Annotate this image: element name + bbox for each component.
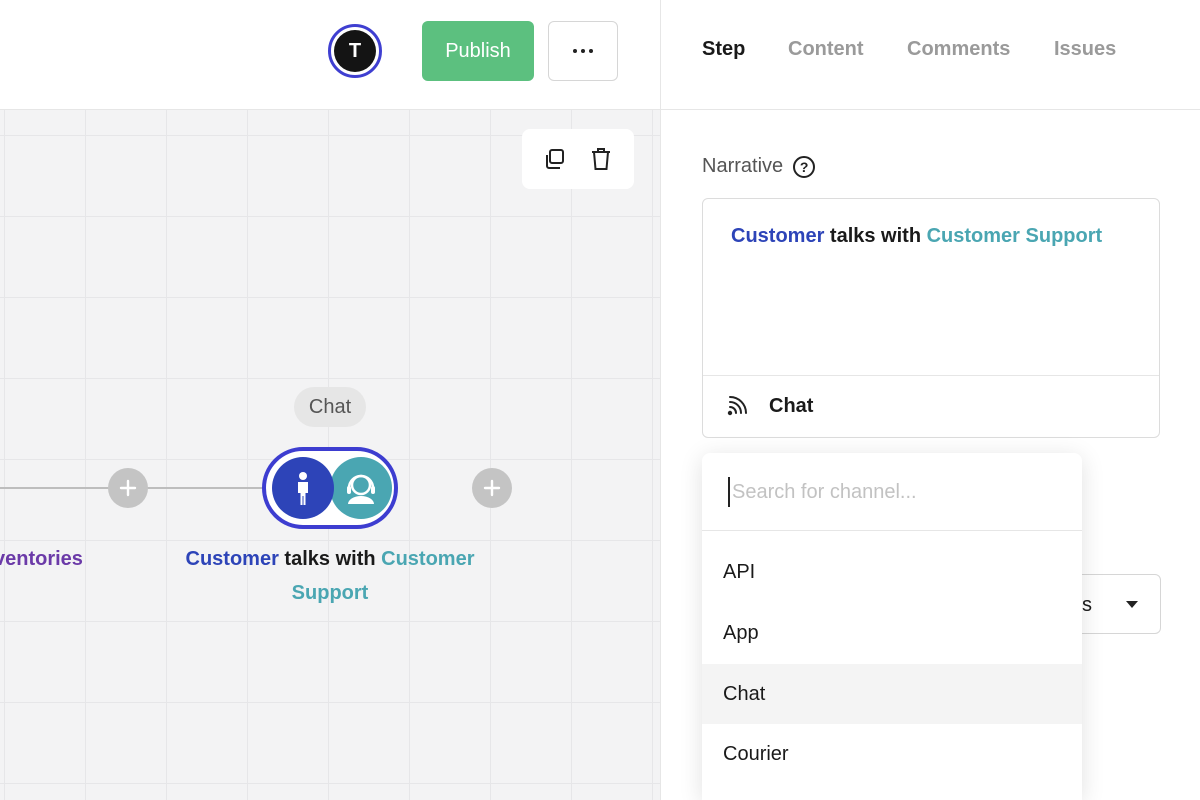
channel-selector[interactable]: Chat [703,375,1159,437]
selected-channel: Chat [769,395,814,417]
narrative-label-row: Narrative ? [702,155,816,178]
plus-icon [483,479,501,497]
tab-comments[interactable]: Comments [907,38,1010,61]
publish-button[interactable]: Publish [422,21,534,81]
help-icon[interactable]: ? [793,155,816,178]
channel-chip[interactable]: Chat [294,387,366,427]
caption-actor: Customer [185,548,279,570]
more-dot [581,49,585,53]
more-options-button[interactable] [548,21,618,81]
add-step-button-right[interactable] [472,468,512,508]
customer-actor-circle [272,457,334,519]
plus-icon [119,479,137,497]
edge-line-left [0,487,110,489]
journey-canvas[interactable]: Chat ventories Customer talks with Custo… [0,110,660,800]
narrative-label: Narrative [702,155,784,177]
tab-content[interactable]: Content [788,38,864,61]
person-icon [298,472,308,505]
step-details-panel: Step Content Comments Issues Narrative ?… [660,0,1200,800]
narrative-actor[interactable]: Customer [731,225,824,247]
user-avatar[interactable]: T [328,24,382,78]
channel-option-app[interactable]: App [702,603,1082,663]
narrative-text: Customer talks with Customer Support [731,225,1102,248]
duplicate-icon[interactable] [542,146,568,172]
caret-down-icon [1126,601,1138,608]
narrative-target[interactable]: Customer Support [927,225,1103,247]
signal-channel-icon [727,395,747,415]
step-node[interactable] [262,447,398,529]
tab-issues[interactable]: Issues [1054,38,1116,61]
add-step-button-left[interactable] [108,468,148,508]
channel-option-courier[interactable]: Courier [702,724,1082,784]
narrative-verb: talks with [824,225,927,247]
channel-option-api[interactable]: API [702,542,1082,602]
app-window: T Publish Chat ventories Customer talks … [0,0,1200,800]
more-dots-icon [573,49,577,53]
edge-line-middle [146,487,264,489]
select-value: s [1082,594,1092,616]
node-action-toolbar [522,129,634,189]
support-actor-circle [330,457,392,519]
top-bar: T Publish [0,0,660,110]
caption-verb: talks with [278,548,382,570]
channel-search-row [702,453,1082,531]
channel-dropdown: API App Chat Courier [702,453,1082,800]
avatar-initial: T [334,30,376,72]
narrative-editor[interactable]: Customer talks with Customer Support Cha… [702,198,1160,438]
trash-icon[interactable] [588,146,614,172]
panel-tabs: Step Content Comments Issues [661,0,1200,110]
channel-search-input[interactable] [728,477,1058,507]
channel-option-chat[interactable]: Chat [702,664,1082,724]
headset-agent-icon [347,474,375,504]
previous-node-caption: ventories [0,548,83,570]
tab-step[interactable]: Step [702,38,745,61]
more-dot [589,49,593,53]
step-node-caption: Customer talks with Customer Support [170,542,490,610]
